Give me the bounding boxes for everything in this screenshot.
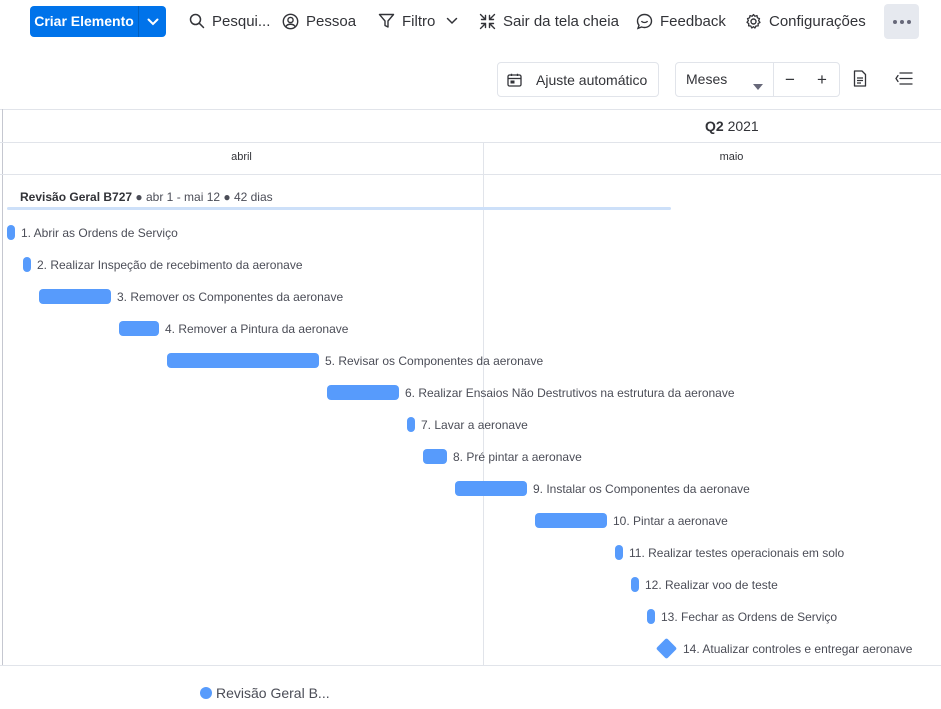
export-icon[interactable] bbox=[852, 70, 868, 92]
divider bbox=[0, 142, 941, 143]
person-label: Pessoa bbox=[306, 12, 357, 30]
create-item-button[interactable]: Criar Elemento bbox=[30, 6, 166, 37]
month-label-april: abril bbox=[231, 151, 252, 163]
task-label[interactable]: 12. Realizar voo de teste bbox=[645, 578, 778, 592]
legend-item[interactable]: Revisão Geral B... bbox=[200, 685, 330, 701]
filter-dropdown-button[interactable] bbox=[446, 8, 458, 34]
task-bar[interactable] bbox=[615, 545, 623, 560]
create-item-label[interactable]: Criar Elemento bbox=[30, 6, 139, 37]
person-filter-button[interactable]: Pessoa bbox=[282, 8, 356, 34]
feedback-button[interactable]: Feedback bbox=[636, 8, 726, 34]
task-label[interactable]: 2. Realizar Inspeção de recebimento da a… bbox=[37, 258, 303, 272]
group-name: Revisão Geral B727 bbox=[20, 190, 133, 204]
task-label[interactable]: 5. Revisar os Componentes da aeronave bbox=[325, 354, 543, 368]
zoom-control: Meses − + bbox=[675, 62, 840, 97]
task-label[interactable]: 3. Remover os Componentes da aeronave bbox=[117, 290, 343, 304]
divider bbox=[0, 665, 941, 666]
task-bar[interactable] bbox=[23, 257, 31, 272]
legend-dot-icon bbox=[200, 687, 212, 699]
search-button[interactable]: Pesqui... bbox=[189, 8, 270, 34]
task-label[interactable]: 1. Abrir as Ordens de Serviço bbox=[21, 226, 178, 240]
gear-icon bbox=[745, 13, 762, 30]
month-separator bbox=[483, 142, 484, 665]
task-bar[interactable] bbox=[647, 609, 655, 624]
task-bar[interactable] bbox=[423, 449, 447, 464]
month-label-may: maio bbox=[719, 151, 744, 163]
task-label[interactable]: 8. Pré pintar a aeronave bbox=[453, 450, 582, 464]
dot-icon bbox=[906, 19, 911, 24]
filter-icon bbox=[378, 13, 395, 29]
task-bar[interactable] bbox=[455, 481, 527, 496]
task-label[interactable]: 10. Pintar a aeronave bbox=[613, 514, 728, 528]
task-bar[interactable] bbox=[407, 417, 415, 432]
chevron-down-icon[interactable] bbox=[139, 6, 166, 37]
task-bar[interactable] bbox=[535, 513, 607, 528]
task-label[interactable]: 14. Atualizar controles e entregar aeron… bbox=[683, 642, 912, 656]
feedback-icon bbox=[636, 13, 653, 30]
year-label: 2021 bbox=[727, 118, 759, 134]
dot-icon bbox=[892, 19, 897, 24]
task-label[interactable]: 4. Remover a Pintura da aeronave bbox=[165, 322, 348, 336]
task-label[interactable]: 9. Instalar os Componentes da aeronave bbox=[533, 482, 750, 496]
task-label[interactable]: 7. Lavar a aeronave bbox=[421, 418, 528, 432]
filter-button[interactable]: Filtro bbox=[378, 8, 435, 34]
period-value: Meses bbox=[686, 71, 728, 87]
timeline-left-edge bbox=[2, 109, 3, 665]
feedback-label: Feedback bbox=[660, 12, 726, 30]
task-label[interactable]: 13. Fechar as Ordens de Serviço bbox=[661, 610, 837, 624]
exit-fullscreen-label: Sair da tela cheia bbox=[503, 12, 619, 30]
collapse-list-icon[interactable] bbox=[895, 71, 913, 91]
settings-label: Configurações bbox=[769, 12, 866, 30]
task-bar[interactable] bbox=[167, 353, 319, 368]
task-bar[interactable] bbox=[7, 225, 15, 240]
milestone-diamond-icon[interactable] bbox=[655, 637, 678, 660]
collapse-icon bbox=[479, 13, 496, 30]
zoom-out-button[interactable]: − bbox=[775, 67, 805, 92]
quarter-label: Q2 bbox=[705, 118, 724, 134]
task-bar[interactable] bbox=[631, 577, 639, 592]
task-bar[interactable] bbox=[119, 321, 159, 336]
settings-button[interactable]: Configurações bbox=[745, 8, 866, 34]
group-timeline-bar bbox=[7, 207, 671, 210]
exit-fullscreen-button[interactable]: Sair da tela cheia bbox=[479, 8, 619, 34]
task-bar[interactable] bbox=[39, 289, 111, 304]
chevron-down-icon bbox=[446, 17, 458, 25]
dot-icon bbox=[899, 19, 904, 24]
group-header[interactable]: Revisão Geral B727 ● abr 1 - mai 12 ● 42… bbox=[20, 190, 273, 204]
zoom-in-button[interactable]: + bbox=[807, 67, 837, 92]
quarter-header: Q2 2021 bbox=[705, 118, 759, 134]
task-label[interactable]: 6. Realizar Ensaios Não Destrutivos na e… bbox=[405, 386, 735, 400]
person-icon bbox=[282, 13, 299, 30]
task-label[interactable]: 11. Realizar testes operacionais em solo bbox=[629, 546, 844, 560]
group-range: ● abr 1 - mai 12 ● 42 dias bbox=[135, 190, 273, 204]
task-bar[interactable] bbox=[327, 385, 399, 400]
autofit-label: Ajuste automático bbox=[536, 71, 648, 88]
filter-label: Filtro bbox=[402, 12, 436, 30]
calendar-icon bbox=[507, 73, 522, 87]
autofit-button[interactable]: Ajuste automático bbox=[497, 62, 659, 97]
more-options-button[interactable] bbox=[884, 4, 919, 39]
divider bbox=[0, 109, 941, 110]
period-select[interactable]: Meses bbox=[676, 63, 774, 96]
caret-down-icon bbox=[753, 77, 763, 95]
search-icon bbox=[189, 13, 205, 29]
legend-label: Revisão Geral B... bbox=[216, 685, 330, 701]
search-label: Pesqui... bbox=[212, 12, 271, 30]
divider bbox=[0, 174, 941, 175]
